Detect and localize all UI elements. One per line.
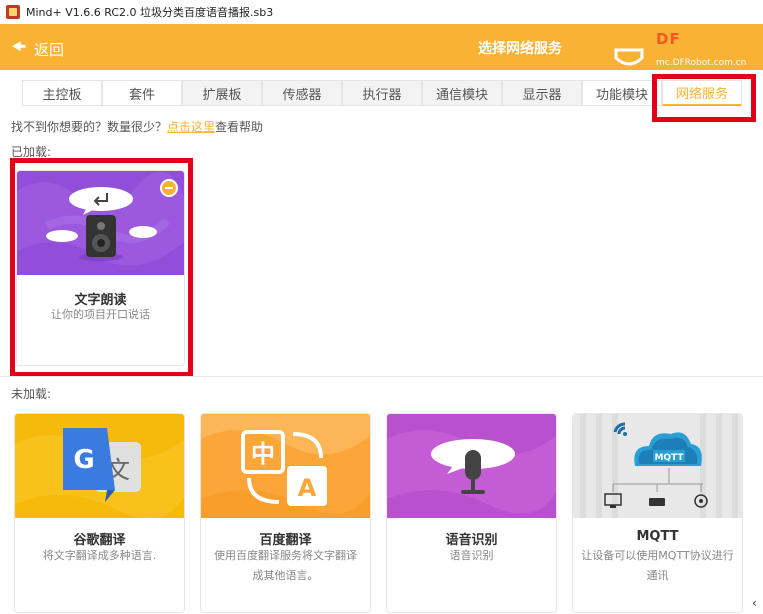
dfrobot-shield-icon bbox=[614, 48, 644, 66]
tab-function-modules[interactable]: 功能模块 bbox=[582, 80, 662, 106]
help-suffix: 查看帮助 bbox=[215, 120, 264, 134]
mqtt-cloud-icon: MQTT bbox=[573, 414, 742, 518]
window-title: Mind+ V1.6.6 RC2.0 垃圾分类百度语音播报.sb3 bbox=[26, 6, 274, 19]
help-link[interactable]: 点击这里 bbox=[167, 120, 215, 134]
card-description: 将文字翻译成多种语言. bbox=[42, 549, 157, 562]
tab-sensors[interactable]: 传感器 bbox=[262, 80, 342, 106]
baidu-translate-icon: 中 A bbox=[201, 414, 370, 518]
help-text: 找不到你想要的？数量很少？点击这里查看帮助 bbox=[11, 118, 263, 135]
app-icon bbox=[6, 5, 20, 19]
scroll-left-icon[interactable]: ‹ bbox=[752, 596, 757, 610]
tab-communication[interactable]: 通信模块 bbox=[422, 80, 502, 106]
card-description: 使用百度翻译服务将文字翻译成其他语言。 bbox=[214, 549, 357, 582]
extension-card-speech-recognition[interactable]: 语音识别 语音识别 bbox=[386, 413, 557, 613]
svg-text:MQTT: MQTT bbox=[654, 453, 684, 463]
extension-card-google-translate[interactable]: 文 G 谷歌翻译 将文字翻译成多种语言. bbox=[14, 413, 185, 613]
svg-text:G: G bbox=[73, 445, 94, 475]
back-arrow-icon: 🠜 bbox=[12, 37, 27, 56]
google-translate-icon: 文 G bbox=[15, 414, 184, 518]
microphone-icon bbox=[387, 414, 556, 518]
card-title: MQTT bbox=[636, 529, 679, 544]
tab-displays[interactable]: 显示器 bbox=[502, 80, 582, 106]
card-description: 语音识别 bbox=[449, 549, 494, 562]
svg-text:中: 中 bbox=[251, 440, 275, 468]
highlight-box-card bbox=[10, 158, 193, 377]
brand-logo: DF bbox=[656, 30, 681, 48]
category-tabs: 主控板 套件 扩展板 传感器 执行器 通信模块 显示器 功能模块 网络服务 bbox=[22, 80, 742, 106]
window-titlebar: Mind+ V1.6.6 RC2.0 垃圾分类百度语音播报.sb3 bbox=[0, 0, 763, 24]
brand-url: mc.DFRobot.com.cn bbox=[656, 58, 747, 68]
extension-card-baidu-translate[interactable]: 中 A 百度翻译 使用百度翻译服务将文字翻译成其他语言。 bbox=[200, 413, 371, 613]
svg-text:A: A bbox=[298, 474, 317, 502]
section-divider bbox=[0, 376, 763, 377]
tab-expansion-board[interactable]: 扩展板 bbox=[182, 80, 262, 106]
back-button[interactable]: 🠜 返回 bbox=[12, 36, 64, 63]
highlight-box-tab bbox=[652, 74, 756, 122]
back-label: 返回 bbox=[34, 41, 65, 59]
card-banner: MQTT bbox=[573, 414, 742, 518]
tab-main-board[interactable]: 主控板 bbox=[22, 80, 102, 106]
extension-card-mqtt[interactable]: MQTT MQTT 让设备可以使用MQTT协议进行通讯 bbox=[572, 413, 743, 613]
card-banner: 文 G bbox=[15, 414, 184, 518]
page-title: 选择网络服务 bbox=[478, 41, 562, 57]
card-banner bbox=[387, 414, 556, 518]
tab-kits[interactable]: 套件 bbox=[102, 80, 182, 106]
header-bar: 🠜 返回 选择网络服务 DF mc.DFRobot.com.cn bbox=[0, 24, 763, 70]
tab-actuators[interactable]: 执行器 bbox=[342, 80, 422, 106]
unloaded-section-label: 未加载: bbox=[11, 387, 52, 401]
help-prefix: 找不到你想要的？数量很少？ bbox=[11, 120, 168, 134]
card-banner: 中 A bbox=[201, 414, 370, 518]
card-description: 让设备可以使用MQTT协议进行通讯 bbox=[581, 549, 734, 582]
